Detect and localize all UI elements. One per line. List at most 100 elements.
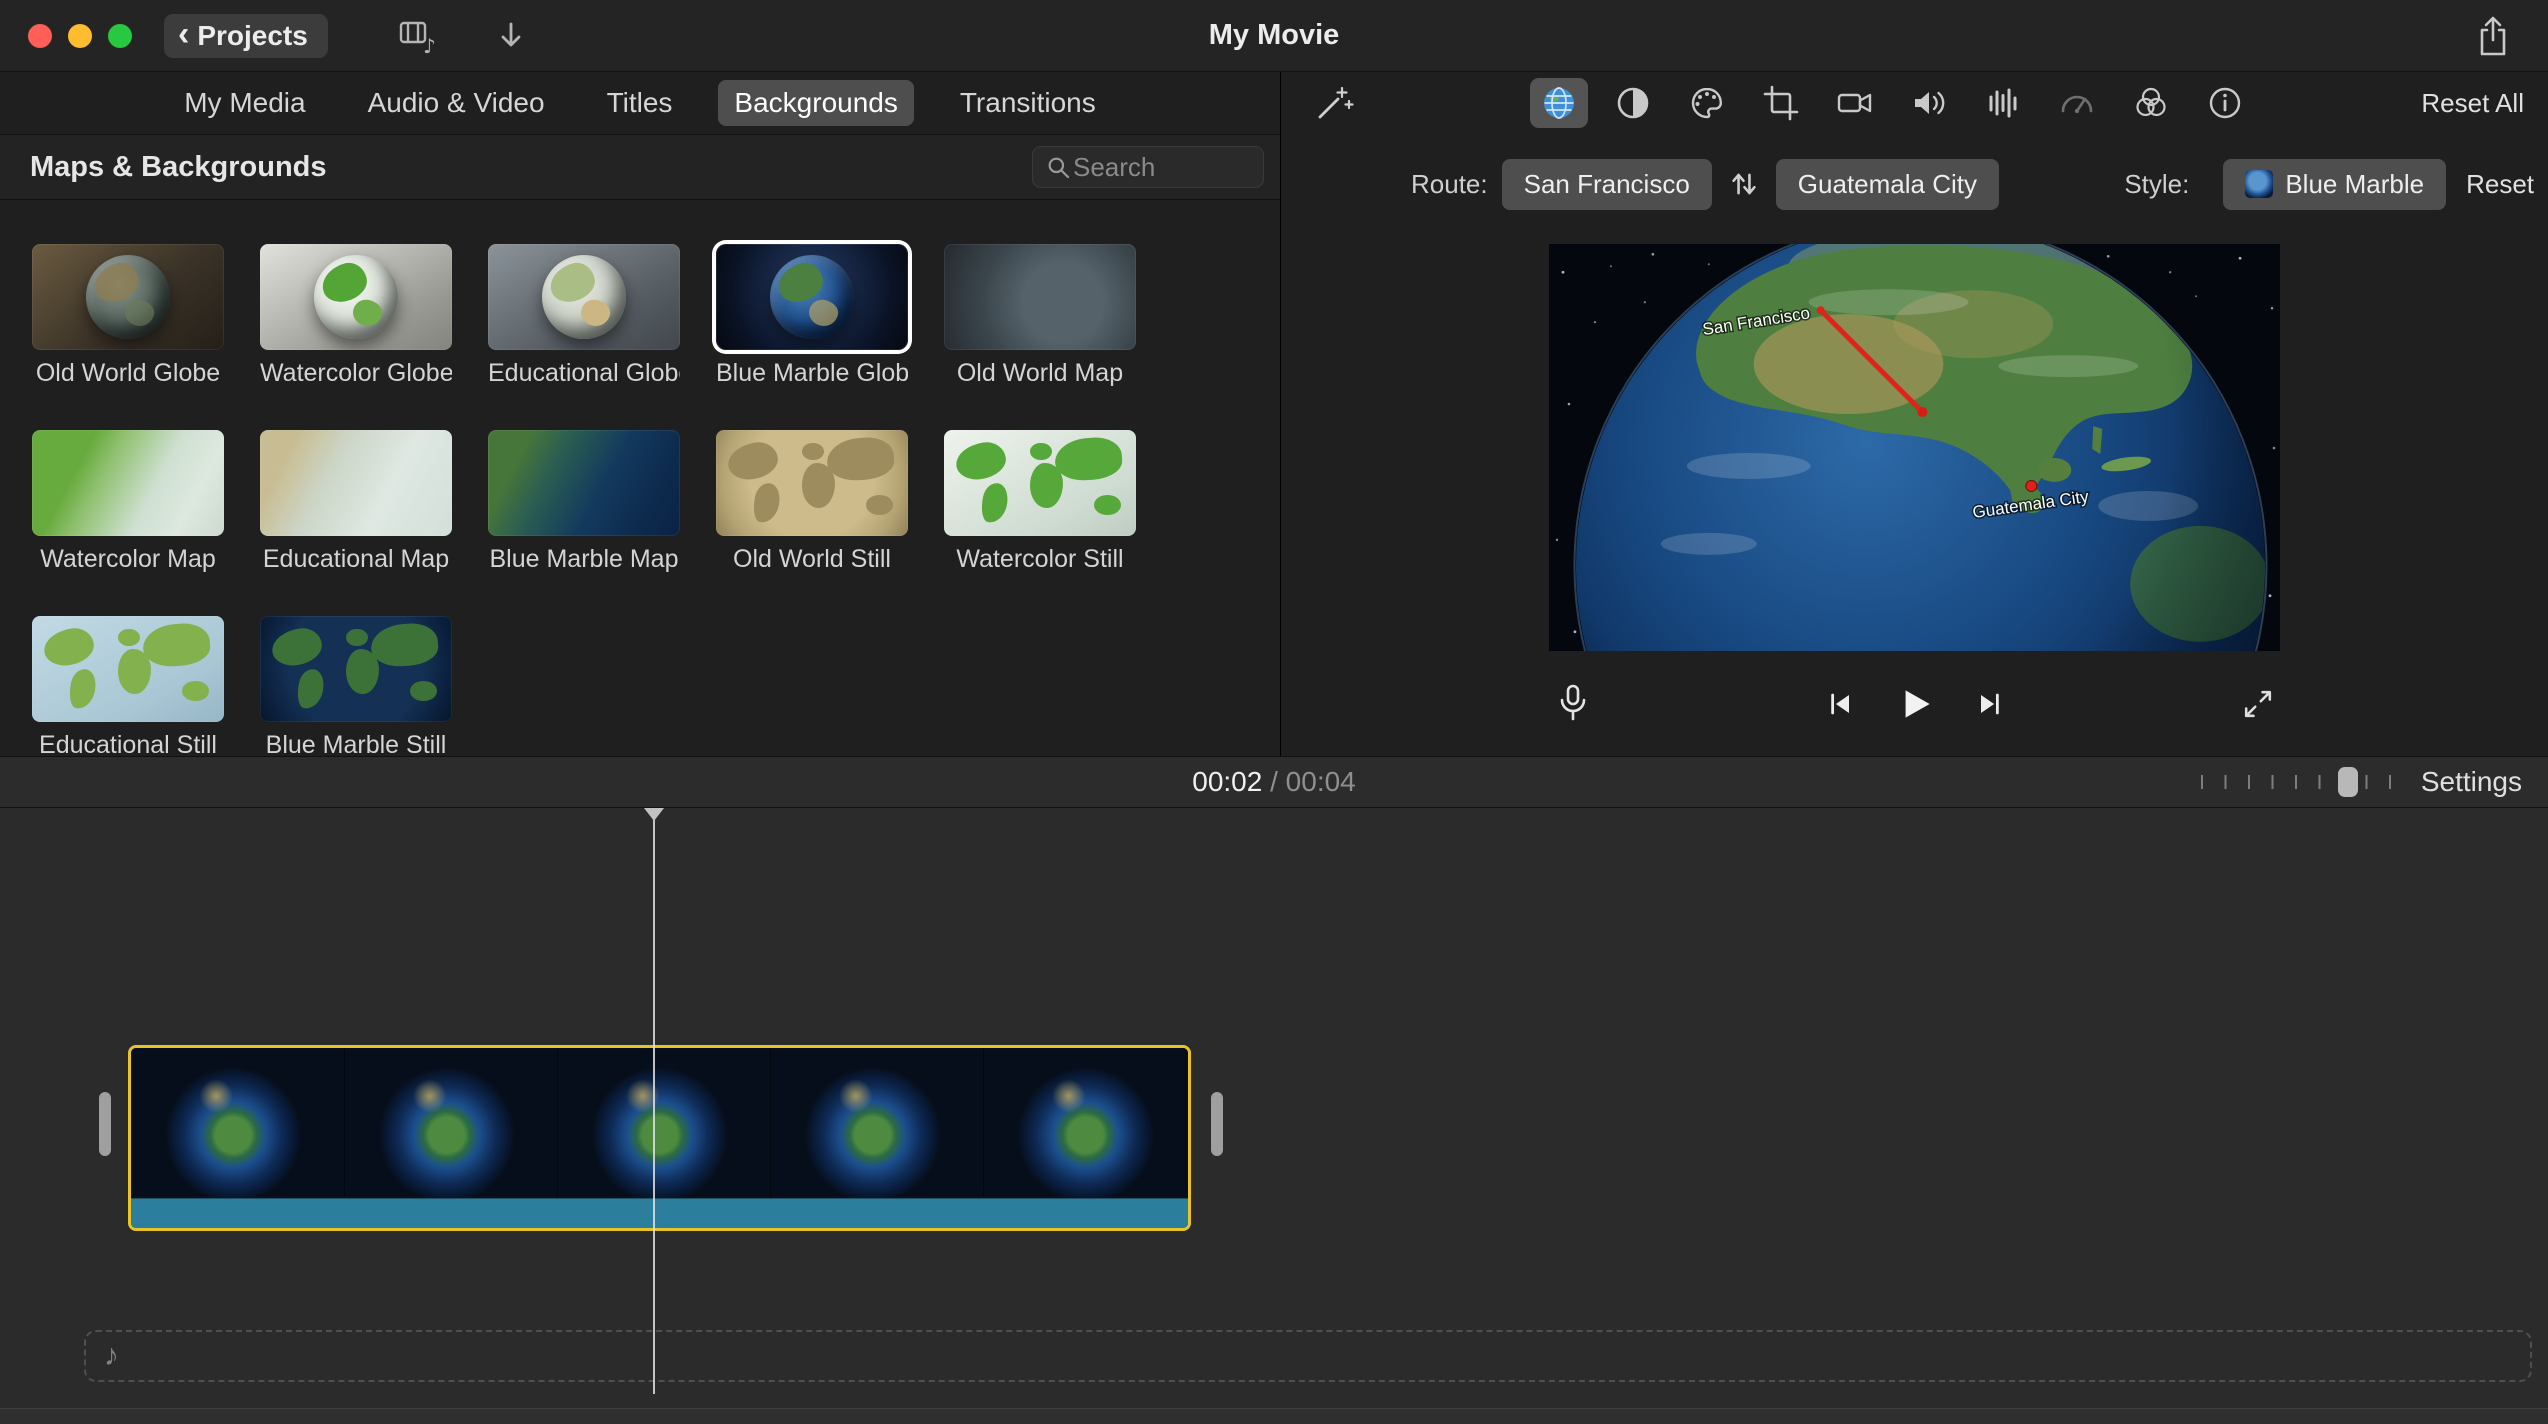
close-button[interactable] xyxy=(28,24,52,48)
tab-my-media[interactable]: My Media xyxy=(168,80,321,126)
crop-button[interactable] xyxy=(1752,78,1810,128)
zoom-slider-track[interactable] xyxy=(2201,775,2391,789)
background-item-old-world-still[interactable]: Old World Still xyxy=(716,430,908,570)
playhead-line[interactable] xyxy=(653,818,655,1394)
traffic-lights xyxy=(28,24,132,48)
thumbnail-old-world-map[interactable] xyxy=(944,244,1136,350)
volume-button[interactable] xyxy=(1900,78,1958,128)
info-button[interactable] xyxy=(2196,78,2254,128)
timeline-area[interactable]: ♪ xyxy=(0,808,2548,1424)
thumbnail-blue-marble-globe[interactable] xyxy=(716,244,908,350)
zoom-slider-thumb[interactable] xyxy=(2338,767,2358,797)
thumbnail-label: Old World Still xyxy=(716,545,908,574)
thumbnail-blue-marble-map[interactable] xyxy=(488,430,680,536)
world-map-graphic xyxy=(716,430,908,536)
voiceover-record-button[interactable] xyxy=(1551,681,1595,727)
route-to-button[interactable]: Guatemala City xyxy=(1776,159,1999,210)
playhead-marker[interactable] xyxy=(644,808,664,821)
media-browser-button[interactable]: ♪ xyxy=(390,14,444,58)
background-item-educational-still[interactable]: Educational Still xyxy=(32,616,224,756)
style-picker-button[interactable]: Blue Marble xyxy=(2223,159,2446,210)
thumbnail-label: Blue Marble Still xyxy=(260,731,452,756)
noise-reduction-button[interactable] xyxy=(1974,78,2032,128)
map-settings-button[interactable] xyxy=(1530,78,1588,128)
thumbnail-watercolor-globe[interactable] xyxy=(260,244,452,350)
timeline-zoom-slider[interactable] xyxy=(2201,767,2391,797)
background-item-blue-marble-globe[interactable]: Blue Marble Globe xyxy=(716,244,908,384)
style-label: Style: xyxy=(2124,169,2189,200)
window-title: My Movie xyxy=(1209,19,1340,52)
svg-text:♪: ♪ xyxy=(423,34,436,56)
swap-route-button[interactable] xyxy=(1718,160,1770,208)
clip-filmstrip xyxy=(131,1048,1188,1198)
globe-graphic xyxy=(314,255,398,339)
background-item-watercolor-globe[interactable]: Watercolor Globe xyxy=(260,244,452,384)
background-item-watercolor-map[interactable]: Watercolor Map xyxy=(32,430,224,570)
speed-button[interactable] xyxy=(2048,78,2106,128)
music-note-icon: ♪ xyxy=(104,1339,119,1373)
thumbnail-label: Watercolor Still xyxy=(944,545,1136,574)
route-settings-row: Route: San Francisco Guatemala City Styl… xyxy=(1281,150,2548,218)
zoom-button[interactable] xyxy=(108,24,132,48)
background-item-old-world-globe[interactable]: Old World Globe xyxy=(32,244,224,384)
search-input[interactable] xyxy=(1073,152,1253,183)
inspector-toolbar: Reset All xyxy=(1281,72,2548,134)
color-balance-button[interactable] xyxy=(1604,78,1662,128)
background-music-well[interactable]: ♪ xyxy=(84,1330,2532,1382)
background-item-educational-globe[interactable]: Educational Globe xyxy=(488,244,680,384)
viewer-panel: Reset All Route: San Francisco Guatemala… xyxy=(1281,72,2548,756)
route-from-button[interactable]: San Francisco xyxy=(1502,159,1712,210)
import-button[interactable] xyxy=(484,14,538,58)
share-button[interactable] xyxy=(2466,14,2520,58)
clip-trim-handle-right[interactable] xyxy=(1211,1092,1223,1156)
clip-trim-handle-left[interactable] xyxy=(99,1092,111,1156)
thumbnail-old-world-globe[interactable] xyxy=(32,244,224,350)
background-item-watercolor-still[interactable]: Watercolor Still xyxy=(944,430,1136,570)
magic-wand-icon xyxy=(1312,81,1356,125)
background-item-educational-map[interactable]: Educational Map xyxy=(260,430,452,570)
reset-button[interactable]: Reset xyxy=(2466,169,2534,200)
background-item-old-world-map[interactable]: Old World Map xyxy=(944,244,1136,384)
imovie-window: ‹ Projects ♪ My Movie My xyxy=(0,0,2548,1424)
minimize-button[interactable] xyxy=(68,24,92,48)
thumbnail-educational-map[interactable] xyxy=(260,430,452,536)
thumbnail-educational-globe[interactable] xyxy=(488,244,680,350)
skip-forward-button[interactable] xyxy=(1972,686,2008,722)
play-from-start-button[interactable] xyxy=(1822,686,1858,722)
fullscreen-button[interactable] xyxy=(2238,684,2278,724)
stabilization-button[interactable] xyxy=(1826,78,1884,128)
enhance-wand-button[interactable] xyxy=(1305,78,1363,128)
background-item-blue-marble-map[interactable]: Blue Marble Map xyxy=(488,430,680,570)
current-time: 00:02 xyxy=(1192,766,1262,797)
timeline-settings-button[interactable]: Settings xyxy=(2421,766,2522,798)
back-chevron-icon: ‹ xyxy=(178,17,189,51)
tab-backgrounds[interactable]: Backgrounds xyxy=(718,80,913,126)
play-icon xyxy=(1892,681,1938,727)
playback-controls-row xyxy=(1549,651,2280,756)
search-box[interactable] xyxy=(1032,146,1264,188)
timeline-clip-selected[interactable] xyxy=(128,1045,1191,1231)
reset-all-button[interactable]: Reset All xyxy=(2421,88,2524,119)
inspector-tool-group xyxy=(1530,78,2254,128)
browser-header: Maps & Backgrounds xyxy=(0,134,1280,200)
thumbnail-watercolor-map[interactable] xyxy=(32,430,224,536)
media-browser-icon: ♪ xyxy=(395,16,439,56)
tab-transitions[interactable]: Transitions xyxy=(944,80,1112,126)
thumbnail-educational-still[interactable] xyxy=(32,616,224,722)
thumbnail-old-world-still[interactable] xyxy=(716,430,908,536)
play-button[interactable] xyxy=(1892,681,1938,727)
style-value: Blue Marble xyxy=(2285,169,2424,200)
palette-icon xyxy=(1685,81,1729,125)
thumbnail-label: Educational Still xyxy=(32,731,224,756)
color-correction-button[interactable] xyxy=(1678,78,1736,128)
projects-back-button[interactable]: ‹ Projects xyxy=(164,14,328,58)
titlebar: ‹ Projects ♪ My Movie xyxy=(0,0,2548,72)
background-item-blue-marble-still[interactable]: Blue Marble Still xyxy=(260,616,452,756)
thumbnail-blue-marble-still[interactable] xyxy=(260,616,452,722)
tab-titles[interactable]: Titles xyxy=(591,80,689,126)
clip-filters-button[interactable] xyxy=(2122,78,2180,128)
timeline-toolbar-right: Settings xyxy=(2201,766,2522,798)
tab-audio-video[interactable]: Audio & Video xyxy=(352,80,561,126)
video-preview[interactable]: San Francisco Guatemala City xyxy=(1549,244,2280,651)
thumbnail-watercolor-still[interactable] xyxy=(944,430,1136,536)
